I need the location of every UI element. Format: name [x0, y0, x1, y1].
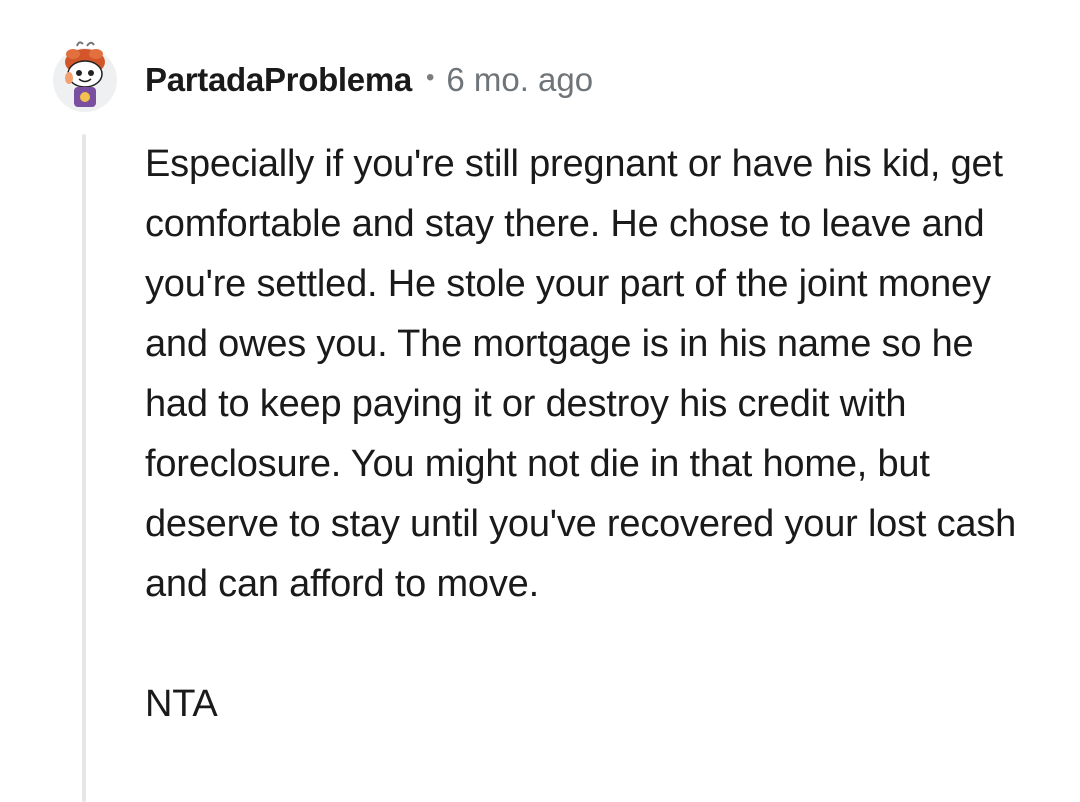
user-avatar[interactable] [50, 40, 120, 112]
comment-body: Especially if you're still pregnant or h… [145, 134, 1045, 734]
comment-paragraph: Especially if you're still pregnant or h… [145, 143, 1017, 605]
avatar-eye [76, 70, 82, 76]
comment: PartadaProblema • 6 mo. ago Especially i… [0, 0, 1080, 802]
username[interactable]: PartadaProblema [145, 61, 412, 99]
comment-paragraph-verdict: NTA [145, 683, 218, 725]
avatar-antenna [76, 41, 84, 47]
comment-header: PartadaProblema • 6 mo. ago [145, 58, 593, 102]
thread-line[interactable] [82, 134, 86, 802]
avatar-face [67, 60, 103, 88]
timestamp[interactable]: 6 mo. ago [446, 61, 593, 99]
separator-dot: • [425, 64, 435, 91]
